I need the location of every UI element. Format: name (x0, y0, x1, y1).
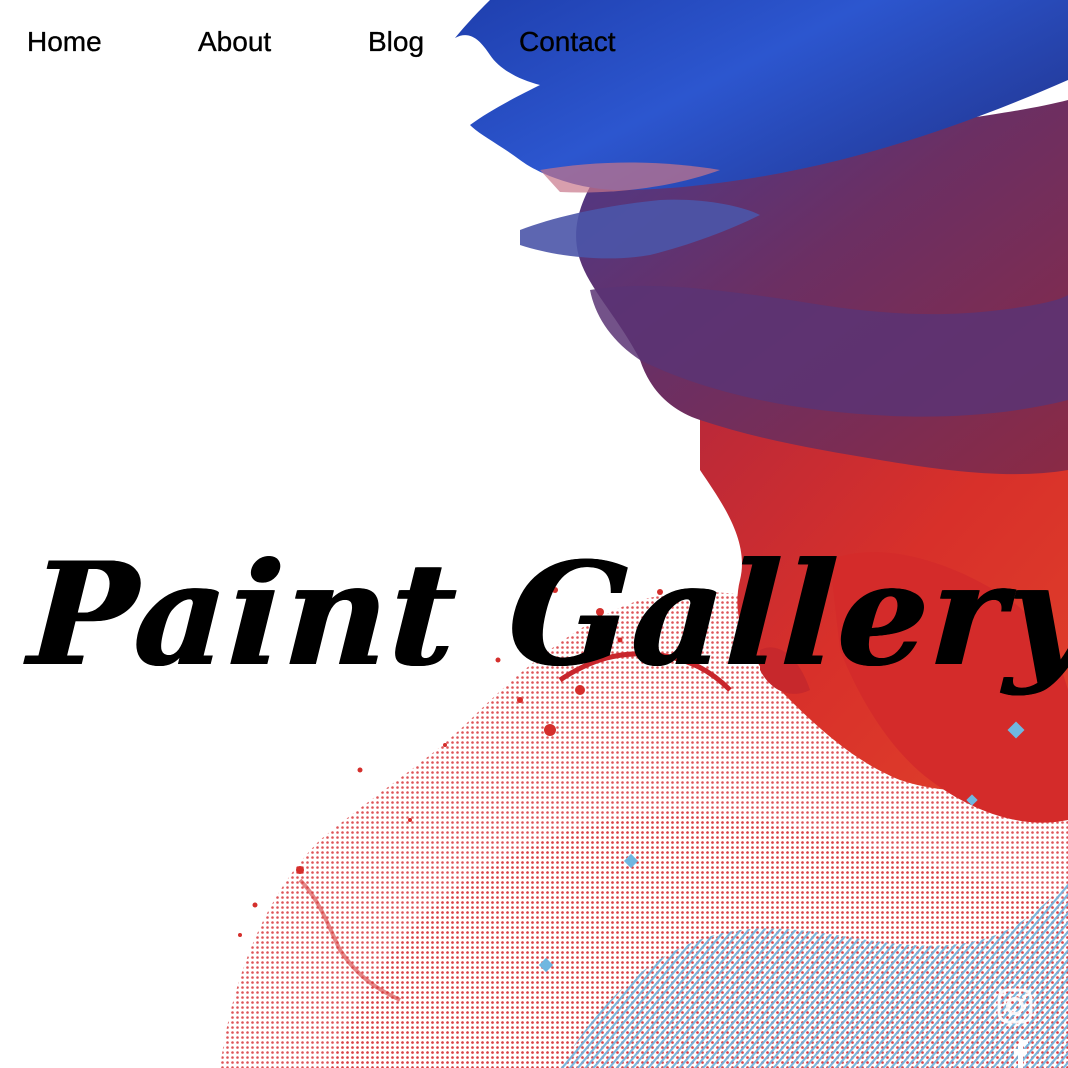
nav-home-link[interactable]: Home (27, 24, 102, 60)
nav-blog-link[interactable]: Blog (368, 24, 424, 60)
instagram-icon[interactable] (995, 986, 1035, 1026)
nav-about-link[interactable]: About (198, 24, 272, 60)
page-title: Paint Gallery (25, 532, 1068, 699)
facebook-icon[interactable] (1006, 1040, 1036, 1068)
page: Home About Blog Contact Paint Gallery (0, 0, 1068, 1068)
main-navigation: Home About Blog Contact (0, 0, 1068, 90)
nav-contact-link[interactable]: Contact (519, 24, 616, 60)
